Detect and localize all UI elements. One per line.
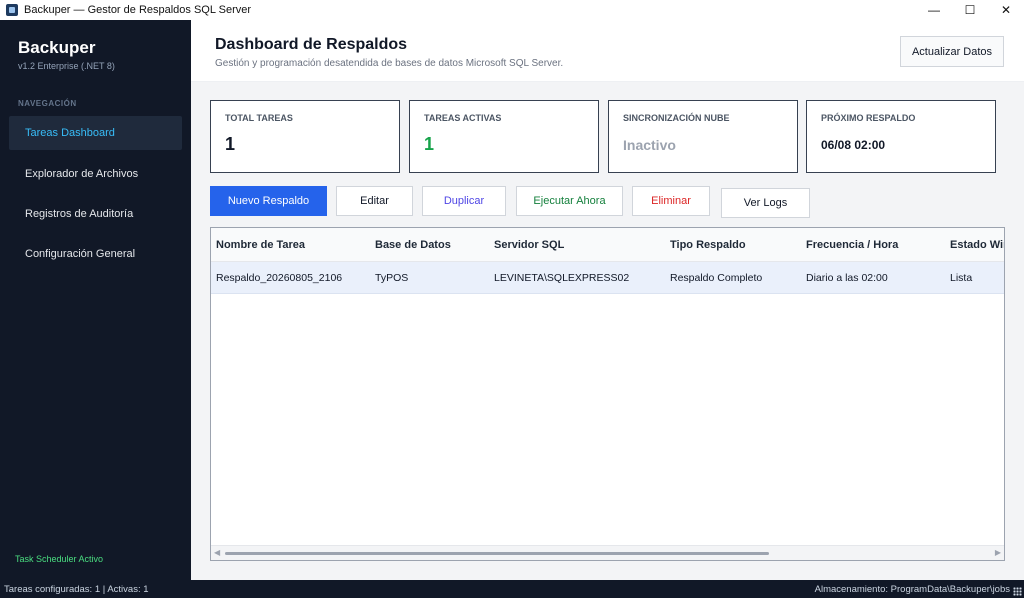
page-subtitle: Gestión y programación desatendida de ba… [215, 58, 564, 69]
sidebar-item-configuracion-general[interactable]: Configuración General [9, 237, 182, 271]
stat-value: 06/08 02:00 [821, 138, 886, 152]
cell-base-datos: TyPOS [375, 271, 409, 284]
status-task-count: Tareas configuradas: 1 | Activas: 1 [4, 584, 149, 595]
column-header-frecuencia[interactable]: Frecuencia / Hora [806, 228, 946, 261]
stat-card-sincronizacion-nube: SINCRONIZACIÓN NUBE Inactivo [608, 100, 798, 173]
dashboard-content: TOTAL TAREAS 1 TAREAS ACTIVAS 1 SINCRONI… [191, 82, 1024, 580]
sidebar-item-tareas-dashboard[interactable]: Tareas Dashboard [9, 116, 182, 150]
stat-value: 1 [225, 134, 236, 154]
column-header-base-datos[interactable]: Base de Datos [375, 228, 490, 261]
maximize-button[interactable]: ☐ [952, 0, 988, 20]
cell-tipo: Respaldo Completo [670, 271, 763, 284]
stat-card-total-tareas: TOTAL TAREAS 1 [210, 100, 400, 173]
stat-label: PRÓXIMO RESPALDO [821, 113, 916, 123]
sidebar-item-explorador-archivos[interactable]: Explorador de Archivos [9, 157, 182, 191]
window-titlebar: Backuper — Gestor de Respaldos SQL Serve… [0, 0, 1024, 20]
cell-servidor: LEVINETA\SQLEXPRESS02 [494, 271, 630, 284]
window-title: Backuper — Gestor de Respaldos SQL Serve… [24, 4, 252, 16]
column-header-tipo[interactable]: Tipo Respaldo [670, 228, 802, 261]
status-storage-path: Almacenamiento: ProgramData\Backuper\job… [814, 584, 1010, 595]
stat-label: TOTAL TAREAS [225, 113, 293, 123]
scheduler-status: Task Scheduler Activo [15, 554, 104, 564]
new-backup-button[interactable]: Nuevo Respaldo [210, 186, 327, 216]
edit-button[interactable]: Editar [336, 186, 413, 216]
close-button[interactable]: ✕ [988, 0, 1024, 20]
stat-label: SINCRONIZACIÓN NUBE [623, 113, 730, 123]
cell-frecuencia: Diario a las 02:00 [806, 271, 888, 284]
sidebar: Backuper v1.2 Enterprise (.NET 8) NAVEGA… [0, 20, 191, 580]
app-icon [6, 4, 18, 16]
refresh-data-button[interactable]: Actualizar Datos [900, 36, 1004, 67]
nav-heading: NAVEGACIÓN [18, 99, 77, 108]
page-header: Dashboard de Respaldos Gestión y program… [191, 20, 1024, 82]
sidebar-item-registros-auditoria[interactable]: Registros de Auditoría [9, 197, 182, 231]
stat-card-proximo-respaldo: PRÓXIMO RESPALDO 06/08 02:00 [806, 100, 996, 173]
status-bar: Tareas configuradas: 1 | Activas: 1 Alma… [0, 580, 1024, 598]
view-logs-button[interactable]: Ver Logs [721, 188, 810, 218]
brand-version: v1.2 Enterprise (.NET 8) [18, 61, 115, 71]
scrollbar-thumb[interactable] [225, 552, 769, 555]
column-header-estado[interactable]: Estado Win [950, 228, 1004, 261]
column-header-servidor[interactable]: Servidor SQL [494, 228, 666, 261]
delete-button[interactable]: Eliminar [632, 186, 710, 216]
chevron-right-icon[interactable]: ▶ [995, 548, 1001, 557]
resize-grip-icon[interactable] [1013, 587, 1022, 596]
cell-estado: Lista [950, 271, 973, 284]
horizontal-scrollbar[interactable]: ◀ ▶ [211, 545, 1004, 560]
stat-value: 1 [424, 134, 435, 154]
chevron-left-icon[interactable]: ◀ [214, 548, 220, 557]
duplicate-button[interactable]: Duplicar [422, 186, 506, 216]
brand-name: Backuper [18, 38, 96, 57]
stat-label: TAREAS ACTIVAS [424, 113, 502, 123]
minimize-button[interactable]: — [916, 0, 952, 20]
stat-value: Inactivo [623, 137, 676, 153]
page-title: Dashboard de Respaldos [215, 36, 408, 53]
window-controls: — ☐ ✕ [916, 0, 1024, 20]
stat-card-tareas-activas: TAREAS ACTIVAS 1 [409, 100, 599, 173]
run-now-button[interactable]: Ejecutar Ahora [516, 186, 623, 216]
tasks-table[interactable]: Nombre de Tarea Base de Datos Servidor S… [210, 227, 1005, 561]
table-header: Nombre de Tarea Base de Datos Servidor S… [211, 228, 1004, 262]
table-row[interactable]: Respaldo_20260805_2106 TyPOS LEVINETA\SQ… [211, 262, 1004, 294]
column-header-nombre[interactable]: Nombre de Tarea [216, 228, 371, 261]
cell-nombre: Respaldo_20260805_2106 [216, 271, 343, 284]
main-panel: Dashboard de Respaldos Gestión y program… [191, 20, 1024, 580]
